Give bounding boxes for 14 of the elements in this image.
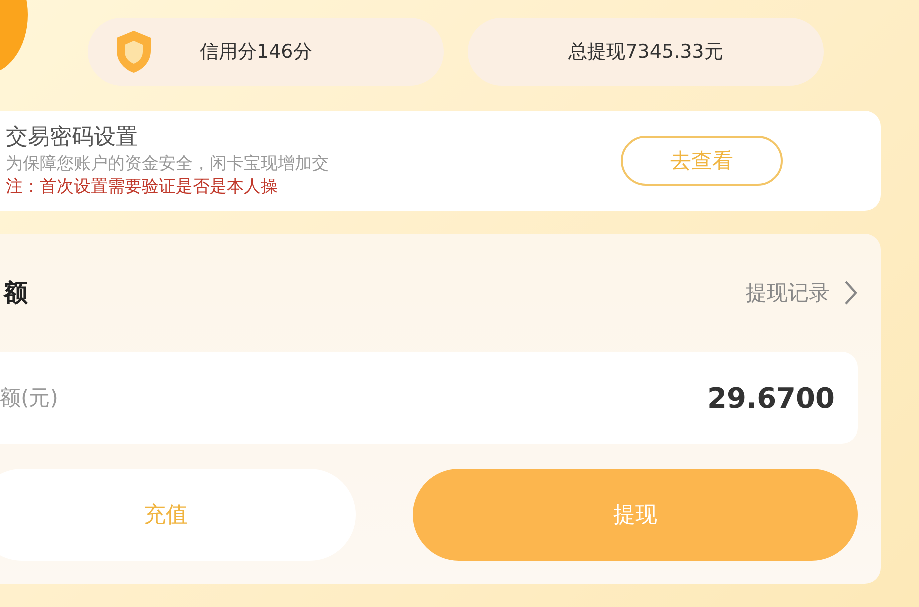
balance-amount: 29.6700: [707, 382, 835, 414]
withdraw-history-link[interactable]: 提现记录: [746, 279, 858, 307]
balance-label: 额(元): [0, 385, 58, 412]
card-description: 为保障您账户的资金安全，闲卡宝现增加交: [6, 153, 330, 176]
shield-icon: [114, 29, 154, 75]
credit-score-text: 信用分146分: [200, 40, 312, 65]
total-withdrawn-text: 总提现7345.33元: [568, 40, 724, 65]
recharge-button[interactable]: 充值: [0, 469, 356, 561]
balance-title: 额: [4, 278, 28, 309]
chevron-right-icon: [844, 280, 858, 306]
card-notice: 注：首次设置需要验证是否是本人操: [6, 176, 279, 198]
card-title: 交易密码设置: [6, 124, 139, 152]
withdraw-button[interactable]: 提现: [413, 469, 858, 561]
view-button[interactable]: 去查看: [621, 136, 783, 186]
